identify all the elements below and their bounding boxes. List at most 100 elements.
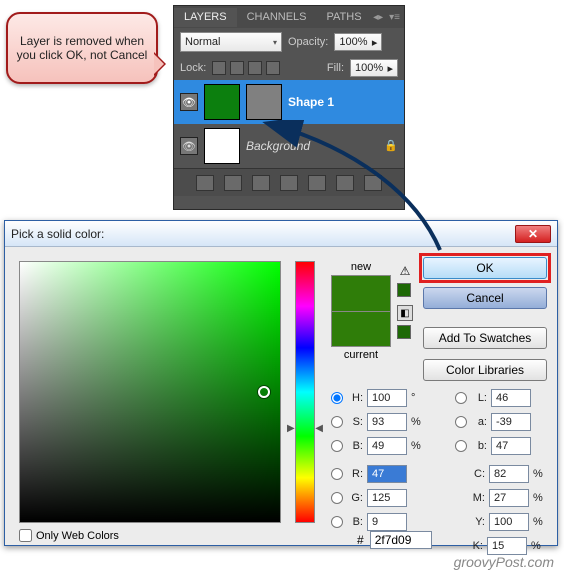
adjustment-layer-icon[interactable] bbox=[280, 175, 298, 191]
radio-l[interactable] bbox=[455, 392, 467, 404]
layer-fx-icon[interactable] bbox=[224, 175, 242, 191]
delete-layer-icon[interactable] bbox=[364, 175, 382, 191]
input-k[interactable]: 15 bbox=[487, 537, 527, 555]
radio-h[interactable] bbox=[331, 392, 343, 404]
current-color-label: current bbox=[331, 349, 391, 361]
radio-g[interactable] bbox=[331, 492, 343, 504]
visibility-icon[interactable]: 👁 bbox=[180, 93, 198, 111]
lock-label: Lock: bbox=[180, 62, 206, 74]
websafe-warning-icon[interactable]: ◧ bbox=[397, 305, 413, 321]
only-web-colors-checkbox[interactable] bbox=[19, 529, 32, 542]
layer-name: Shape 1 bbox=[288, 95, 334, 109]
opacity-input[interactable]: 100% ▸ bbox=[334, 33, 382, 51]
input-y[interactable]: 100 bbox=[489, 513, 529, 531]
tab-channels[interactable]: CHANNELS bbox=[237, 8, 317, 27]
input-s[interactable]: 93 bbox=[367, 413, 407, 431]
label-bhsb: B: bbox=[345, 440, 363, 452]
label-b-lab: b: bbox=[469, 440, 487, 452]
layer-thumbnail[interactable] bbox=[204, 84, 240, 120]
unit-c: % bbox=[533, 468, 549, 480]
layer-mask-thumbnail[interactable] bbox=[246, 84, 282, 120]
blend-mode-select[interactable]: Normal ▾ bbox=[180, 32, 282, 52]
input-l[interactable]: 46 bbox=[491, 389, 531, 407]
unit-h: ° bbox=[411, 392, 427, 404]
label-bi: B: bbox=[345, 516, 363, 528]
lock-icon: 🔒 bbox=[384, 139, 398, 153]
input-g[interactable]: 125 bbox=[367, 489, 407, 507]
color-preview: new current bbox=[331, 261, 391, 361]
add-to-swatches-button[interactable]: Add To Swatches bbox=[423, 327, 547, 349]
unit-s: % bbox=[411, 416, 427, 428]
tab-layers[interactable]: LAYERS bbox=[174, 8, 237, 27]
layer-mask-icon[interactable] bbox=[252, 175, 270, 191]
link-layers-icon[interactable] bbox=[196, 175, 214, 191]
label-m: M: bbox=[467, 492, 485, 504]
input-m[interactable]: 27 bbox=[489, 489, 529, 507]
hue-slider[interactable] bbox=[295, 261, 315, 523]
new-layer-icon[interactable] bbox=[336, 175, 354, 191]
unit-bhsb: % bbox=[411, 440, 427, 452]
color-picker-dialog: Pick a solid color: ✕ Only Web Colors ▶◀… bbox=[4, 220, 558, 546]
lock-position-icon[interactable] bbox=[248, 61, 262, 75]
radio-a[interactable] bbox=[455, 416, 467, 428]
label-g: G: bbox=[345, 492, 363, 504]
current-color-swatch[interactable] bbox=[331, 311, 391, 347]
color-field-cursor bbox=[258, 386, 270, 398]
input-bi[interactable]: 9 bbox=[367, 513, 407, 531]
annotation-callout: Layer is removed when you click OK, not … bbox=[6, 12, 158, 84]
layer-row-background[interactable]: 👁 Background 🔒 bbox=[174, 124, 404, 168]
input-r[interactable]: 47 bbox=[367, 465, 407, 483]
gamut-warning-icon[interactable]: ⚠ bbox=[397, 263, 413, 279]
layers-lock-row: Lock: Fill: 100% ▸ bbox=[174, 56, 404, 80]
layers-panel-tabs: LAYERS CHANNELS PATHS ◂▸ ▾≡ bbox=[174, 6, 404, 28]
layer-name: Background bbox=[246, 139, 310, 153]
label-c: C: bbox=[467, 468, 485, 480]
only-web-colors-row: Only Web Colors bbox=[19, 529, 119, 542]
fill-input[interactable]: 100% ▸ bbox=[350, 59, 398, 77]
unit-k: % bbox=[531, 540, 547, 552]
opacity-value: 100% bbox=[339, 36, 367, 48]
radio-s[interactable] bbox=[331, 416, 343, 428]
label-k: K: bbox=[465, 540, 483, 552]
hex-label: # bbox=[357, 533, 364, 547]
color-field[interactable] bbox=[19, 261, 281, 523]
label-y: Y: bbox=[467, 516, 485, 528]
input-a[interactable]: -39 bbox=[491, 413, 531, 431]
label-l: L: bbox=[469, 392, 487, 404]
radio-b-lab[interactable] bbox=[455, 440, 467, 452]
input-c[interactable]: 82 bbox=[489, 465, 529, 483]
visibility-icon[interactable]: 👁 bbox=[180, 137, 198, 155]
cancel-button[interactable]: Cancel bbox=[423, 287, 547, 309]
dialog-titlebar[interactable]: Pick a solid color: ✕ bbox=[5, 221, 557, 247]
ok-button[interactable]: OK bbox=[423, 257, 547, 279]
input-h[interactable]: 100 bbox=[367, 389, 407, 407]
label-a: a: bbox=[469, 416, 487, 428]
input-b-lab[interactable]: 47 bbox=[491, 437, 531, 455]
radio-bi[interactable] bbox=[331, 516, 343, 528]
lock-image-icon[interactable] bbox=[230, 61, 244, 75]
fill-label: Fill: bbox=[327, 62, 344, 74]
tab-paths[interactable]: PATHS bbox=[317, 8, 372, 27]
hex-input[interactable]: 2f7d09 bbox=[370, 531, 432, 549]
chevron-icon: ▸ bbox=[387, 62, 393, 75]
layers-panel-footer bbox=[174, 168, 404, 196]
only-web-colors-label: Only Web Colors bbox=[36, 530, 119, 542]
group-icon[interactable] bbox=[308, 175, 326, 191]
radio-bhsb[interactable] bbox=[331, 440, 343, 452]
layer-list: 👁 Shape 1 👁 Background 🔒 bbox=[174, 80, 404, 168]
panel-controls: ◂▸ ▾≡ bbox=[373, 12, 404, 23]
panel-collapse-icon[interactable]: ◂▸ bbox=[373, 12, 383, 23]
layer-row-shape1[interactable]: 👁 Shape 1 bbox=[174, 80, 404, 124]
close-button[interactable]: ✕ bbox=[515, 225, 551, 243]
websafe-swatch[interactable] bbox=[397, 325, 411, 339]
lock-transparent-icon[interactable] bbox=[212, 61, 226, 75]
input-bhsb[interactable]: 49 bbox=[367, 437, 407, 455]
color-libraries-button[interactable]: Color Libraries bbox=[423, 359, 547, 381]
gamut-warning-swatch[interactable] bbox=[397, 283, 411, 297]
radio-r[interactable] bbox=[331, 468, 343, 480]
label-r: R: bbox=[345, 468, 363, 480]
unit-y: % bbox=[533, 516, 549, 528]
lock-all-icon[interactable] bbox=[266, 61, 280, 75]
layer-thumbnail[interactable] bbox=[204, 128, 240, 164]
panel-menu-icon[interactable]: ▾≡ bbox=[389, 12, 400, 23]
